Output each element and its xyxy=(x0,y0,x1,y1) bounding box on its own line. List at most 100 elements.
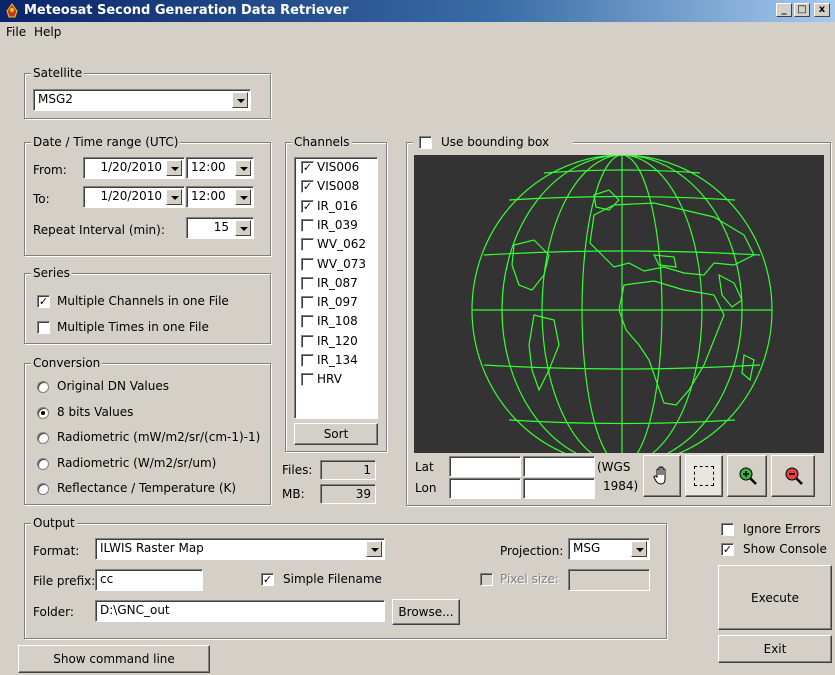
sort-button[interactable]: Sort xyxy=(294,423,378,445)
channel-checkbox[interactable] xyxy=(301,218,314,232)
simple-filename-label: Simple Filename xyxy=(283,572,382,586)
channel-checkbox[interactable]: ✓ xyxy=(301,199,314,213)
conversion-group: Conversion Original DN Values 8 bits Val… xyxy=(24,356,271,505)
selection-rect-icon xyxy=(694,466,714,486)
conversion-radio-reflectance[interactable] xyxy=(37,483,49,495)
channel-label: IR_108 xyxy=(317,314,358,329)
files-value: 1 xyxy=(363,463,371,477)
channels-group: Channels ✓ VIS006 ✓ VIS008 ✓ IR_016 IR_039 WV_0… xyxy=(285,135,387,452)
projection-value: MSG xyxy=(573,541,601,555)
lon-min-input[interactable] xyxy=(449,478,521,499)
pixel-size-label: Pixel size: xyxy=(500,572,559,586)
chevron-down-icon[interactable] xyxy=(366,541,382,557)
satellite-value: MSG2 xyxy=(38,92,73,106)
channel-label: IR_134 xyxy=(317,353,358,367)
projection-select[interactable]: MSG xyxy=(568,538,650,560)
conversion-radio-radiometric-mw[interactable] xyxy=(37,432,49,444)
file-prefix-value: cc xyxy=(100,572,114,586)
channel-checkbox[interactable] xyxy=(301,334,314,348)
repeat-interval-select[interactable]: 15 xyxy=(186,217,254,239)
datum-label-line1: (WGS xyxy=(597,460,631,474)
hand-icon xyxy=(653,466,666,485)
select-box-button[interactable] xyxy=(685,455,723,497)
channel-checkbox[interactable] xyxy=(301,296,314,310)
to-date-value: 1/20/2010 xyxy=(100,189,162,203)
pan-button[interactable] xyxy=(643,455,681,497)
show-console-checkbox[interactable]: ✓ xyxy=(721,543,734,556)
use-bbox-checkbox[interactable] xyxy=(419,136,432,149)
show-console-label: Show Console xyxy=(743,542,827,556)
series-group: Series ✓ Multiple Channels in one File M… xyxy=(24,266,271,344)
title-bar: Meteosat Second Generation Data Retrieve… xyxy=(0,0,835,22)
exit-button[interactable]: Exit xyxy=(718,635,832,663)
channel-checkbox[interactable] xyxy=(301,373,314,387)
channel-checkbox[interactable]: ✓ xyxy=(301,161,314,174)
satellite-group-label: Satellite xyxy=(31,66,85,80)
output-group-label: Output xyxy=(31,516,77,530)
maximize-button[interactable]: □ xyxy=(794,3,810,17)
from-date-picker[interactable]: 1/20/2010 xyxy=(83,157,185,179)
use-bbox-label: Use bounding box xyxy=(441,135,550,149)
channel-label: HRV xyxy=(317,372,342,387)
channel-label: VIS006 xyxy=(317,160,360,174)
conversion-radio-original[interactable] xyxy=(37,381,49,393)
from-time-picker[interactable]: 12:00 xyxy=(186,157,254,179)
simple-filename-checkbox[interactable]: ✓ xyxy=(261,573,274,586)
lat-min-input[interactable] xyxy=(449,456,521,477)
lon-max-input[interactable] xyxy=(523,478,595,499)
to-date-picker[interactable]: 1/20/2010 xyxy=(83,186,185,208)
conversion-radio-radiometric-w[interactable] xyxy=(37,458,49,470)
multi-times-checkbox[interactable] xyxy=(37,321,50,334)
conversion-radio-8bits[interactable] xyxy=(37,407,49,419)
chevron-down-icon[interactable] xyxy=(232,92,248,108)
folder-input[interactable]: D:\GNC_out xyxy=(95,600,385,622)
chevron-down-icon[interactable] xyxy=(166,160,182,176)
zoom-out-icon xyxy=(785,467,803,485)
format-select[interactable]: ILWIS Raster Map xyxy=(95,538,385,560)
to-time-value: 12:00 xyxy=(191,189,226,203)
to-time-picker[interactable]: 12:00 xyxy=(186,186,254,208)
ignore-errors-checkbox[interactable] xyxy=(721,523,734,536)
multi-channels-checkbox[interactable]: ✓ xyxy=(37,295,50,308)
zoom-out-button[interactable] xyxy=(771,455,815,497)
show-command-line-button[interactable]: Show command line xyxy=(18,645,210,673)
file-prefix-label: File prefix: xyxy=(33,574,96,588)
channel-checkbox[interactable] xyxy=(301,354,314,367)
channel-checkbox[interactable]: ✓ xyxy=(301,180,314,194)
minimize-button[interactable]: _ xyxy=(776,3,792,17)
browse-button[interactable]: Browse... xyxy=(392,599,460,625)
chevron-down-icon[interactable] xyxy=(631,541,647,557)
menu-help[interactable]: Help xyxy=(34,25,61,39)
bbox-header: Use bounding box xyxy=(413,135,573,151)
format-value: ILWIS Raster Map xyxy=(100,541,204,555)
channel-label: IR_016 xyxy=(317,198,358,213)
chevron-down-icon[interactable] xyxy=(235,160,251,176)
window-title: Meteosat Second Generation Data Retrieve… xyxy=(24,3,349,18)
chevron-down-icon[interactable] xyxy=(235,220,251,236)
show-command-line-label: Show command line xyxy=(53,652,175,666)
chevron-down-icon[interactable] xyxy=(166,189,182,205)
channel-checkbox[interactable] xyxy=(301,276,314,290)
channel-checkbox[interactable] xyxy=(301,238,314,252)
datetime-group: Date / Time range (UTC) From: 1/20/2010 … xyxy=(24,135,271,256)
close-button[interactable]: x xyxy=(814,3,830,17)
mb-count: 39 xyxy=(320,484,376,504)
map-canvas[interactable] xyxy=(414,154,824,466)
channel-label: VIS008 xyxy=(317,179,360,194)
channel-checkbox[interactable] xyxy=(301,257,314,271)
menu-file[interactable]: File xyxy=(6,25,26,39)
chevron-down-icon[interactable] xyxy=(235,189,251,205)
lat-max-input[interactable] xyxy=(523,456,595,477)
file-prefix-input[interactable]: cc xyxy=(95,569,203,591)
datum-label-line2: 1984) xyxy=(603,479,639,493)
lon-label: Lon xyxy=(415,481,437,495)
zoom-in-button[interactable] xyxy=(727,455,767,497)
pixel-size-input xyxy=(568,569,650,591)
channel-label: IR_120 xyxy=(317,333,358,348)
satellite-group: Satellite MSG2 xyxy=(24,66,271,119)
execute-button[interactable]: Execute xyxy=(718,565,832,630)
multi-channels-label: Multiple Channels in one File xyxy=(57,294,229,308)
channel-checkbox[interactable] xyxy=(301,315,314,329)
channels-list[interactable]: ✓ VIS006 ✓ VIS008 ✓ IR_016 IR_039 WV_062 WV_073 I… xyxy=(294,157,378,419)
satellite-select[interactable]: MSG2 xyxy=(33,89,251,111)
